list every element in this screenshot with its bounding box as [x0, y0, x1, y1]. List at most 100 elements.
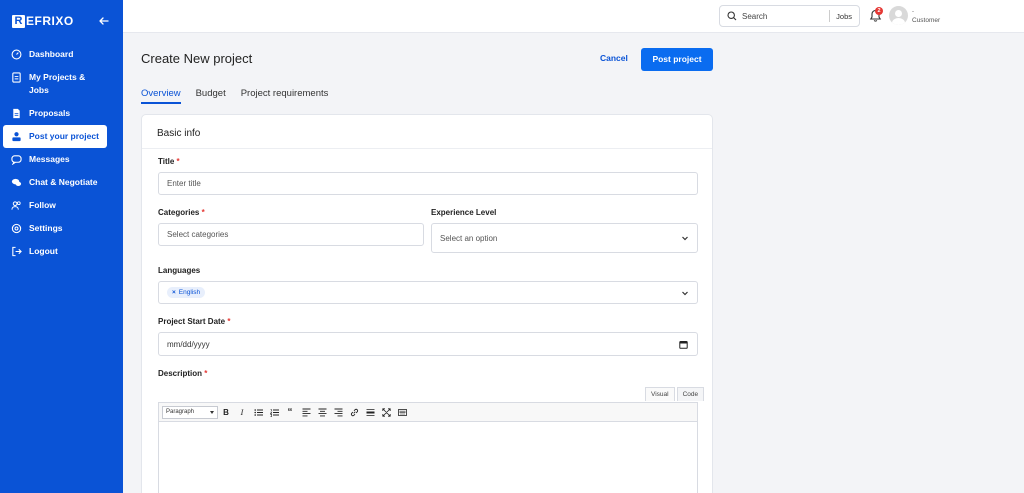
tab-project-requirements[interactable]: Project requirements	[241, 88, 329, 104]
sidebar-item-messages[interactable]: Messages	[3, 148, 107, 171]
sidebar-item-settings[interactable]: Settings	[3, 217, 107, 240]
sidebar-nav: Dashboard My Projects & Jobs Proposals P…	[3, 43, 107, 263]
categories-placeholder: Select categories	[167, 230, 229, 239]
editor-tab-visual[interactable]: Visual	[645, 387, 675, 401]
basic-info-card: Basic info Title * Enter title Categorie…	[141, 114, 713, 493]
tab-overview[interactable]: Overview	[141, 88, 181, 104]
gear-icon	[11, 223, 22, 234]
bold-icon: B	[223, 407, 229, 417]
cancel-button[interactable]: Cancel	[600, 53, 628, 63]
chat-icon	[11, 178, 22, 186]
calendar-icon[interactable]	[679, 340, 688, 349]
title-placeholder: Enter title	[167, 179, 201, 188]
bullet-list-icon	[253, 408, 263, 416]
chevron-down-icon	[682, 291, 688, 295]
required-mark: *	[227, 317, 231, 326]
remove-chip-icon[interactable]: ×	[172, 289, 176, 296]
language-chip[interactable]: × English	[167, 287, 206, 298]
sidebar-item-label: Logout	[29, 246, 58, 256]
horizontal-rule-button[interactable]	[362, 405, 378, 419]
search-input[interactable]: Search	[742, 12, 829, 21]
fullscreen-button[interactable]	[378, 405, 394, 419]
search-box[interactable]: Search Jobs	[719, 5, 860, 27]
post-project-icon	[12, 132, 21, 142]
start-date-label-text: Project Start Date	[158, 317, 226, 326]
align-left-icon	[302, 408, 310, 416]
message-icon	[11, 155, 22, 165]
languages-label: Languages	[158, 266, 200, 275]
collapse-sidebar-button[interactable]	[98, 15, 110, 27]
sidebar-item-logout[interactable]: Logout	[3, 240, 107, 263]
description-editor[interactable]	[158, 422, 698, 493]
align-right-icon	[334, 408, 342, 416]
start-date-label: Project Start Date *	[158, 317, 231, 326]
languages-select[interactable]: × English	[158, 281, 698, 304]
required-mark: *	[176, 157, 180, 166]
caret-down-icon	[210, 410, 214, 414]
link-icon	[350, 408, 358, 416]
sidebar: R EFRIXO Dashboard My Projects & Jobs Pr…	[0, 0, 123, 493]
description-label-text: Description	[158, 369, 203, 378]
bullet-list-button[interactable]	[250, 405, 266, 419]
align-left-button[interactable]	[298, 405, 314, 419]
categories-select[interactable]: Select categories	[158, 223, 424, 246]
experience-select[interactable]: Select an option	[431, 223, 698, 253]
experience-placeholder: Select an option	[440, 233, 498, 243]
italic-button[interactable]: I	[234, 405, 250, 419]
editor-mode-tabs: Visual Code	[643, 387, 705, 401]
sidebar-item-chat[interactable]: Chat & Negotiate	[3, 171, 107, 194]
sidebar-item-proposals[interactable]: Proposals	[3, 102, 107, 125]
document-icon	[12, 72, 21, 83]
user-name: -	[912, 9, 914, 15]
chevron-down-icon	[682, 236, 688, 241]
start-date-placeholder: mm/dd/yyyy	[167, 339, 210, 349]
bold-button[interactable]: B	[218, 405, 234, 419]
sidebar-item-label: Post your project	[29, 131, 99, 141]
dashboard-icon	[11, 49, 22, 60]
title-input[interactable]: Enter title	[158, 172, 698, 195]
sidebar-item-label: Messages	[29, 154, 70, 164]
post-project-button[interactable]: Post project	[641, 48, 713, 71]
search-divider	[829, 10, 831, 22]
title-label-text: Title	[158, 157, 175, 166]
fullscreen-icon	[381, 407, 391, 417]
tab-budget[interactable]: Budget	[196, 88, 226, 104]
start-date-input[interactable]: mm/dd/yyyy	[158, 332, 698, 356]
editor-toolbar: Paragraph B I “	[158, 402, 698, 422]
page-title: Create New project	[141, 51, 253, 66]
sidebar-item-post-project[interactable]: Post your project	[3, 125, 107, 148]
sidebar-item-label: Dashboard	[29, 49, 74, 59]
languages-label-text: Languages	[158, 266, 201, 275]
align-right-button[interactable]	[330, 405, 346, 419]
categories-label: Categories *	[158, 208, 205, 217]
blockquote-button[interactable]: “	[282, 405, 298, 419]
required-mark: *	[201, 208, 205, 217]
numbered-list-icon	[269, 408, 279, 417]
brand-logo[interactable]: R EFRIXO	[12, 14, 74, 28]
sidebar-item-dashboard[interactable]: Dashboard	[3, 43, 107, 66]
categories-label-text: Categories	[158, 208, 200, 217]
title-label: Title *	[158, 157, 180, 166]
file-icon	[13, 108, 20, 119]
section-divider	[142, 148, 712, 149]
sidebar-item-follow[interactable]: Follow	[3, 194, 107, 217]
format-select-value: Paragraph	[166, 409, 195, 415]
sidebar-item-label: My Projects & Jobs	[29, 72, 86, 95]
quote-icon: “	[287, 406, 293, 418]
sidebar-item-label: Follow	[29, 200, 56, 210]
logo-text: EFRIXO	[26, 14, 74, 28]
editor-tab-code[interactable]: Code	[676, 387, 705, 401]
language-chip-label: English	[178, 289, 201, 296]
logout-icon	[12, 246, 22, 257]
sidebar-item-label: Proposals	[29, 108, 71, 118]
user-role: Customer	[912, 17, 941, 24]
numbered-list-button[interactable]	[266, 405, 282, 419]
sidebar-item-my-projects[interactable]: My Projects & Jobs	[3, 66, 107, 102]
avatar[interactable]	[889, 6, 908, 25]
toolbar-toggle-button[interactable]	[394, 405, 410, 419]
align-center-button[interactable]	[314, 405, 330, 419]
link-button[interactable]	[346, 405, 362, 419]
format-select[interactable]: Paragraph	[162, 405, 218, 419]
notification-badge: 2	[875, 7, 883, 15]
search-scope-select[interactable]: Jobs	[836, 12, 852, 21]
